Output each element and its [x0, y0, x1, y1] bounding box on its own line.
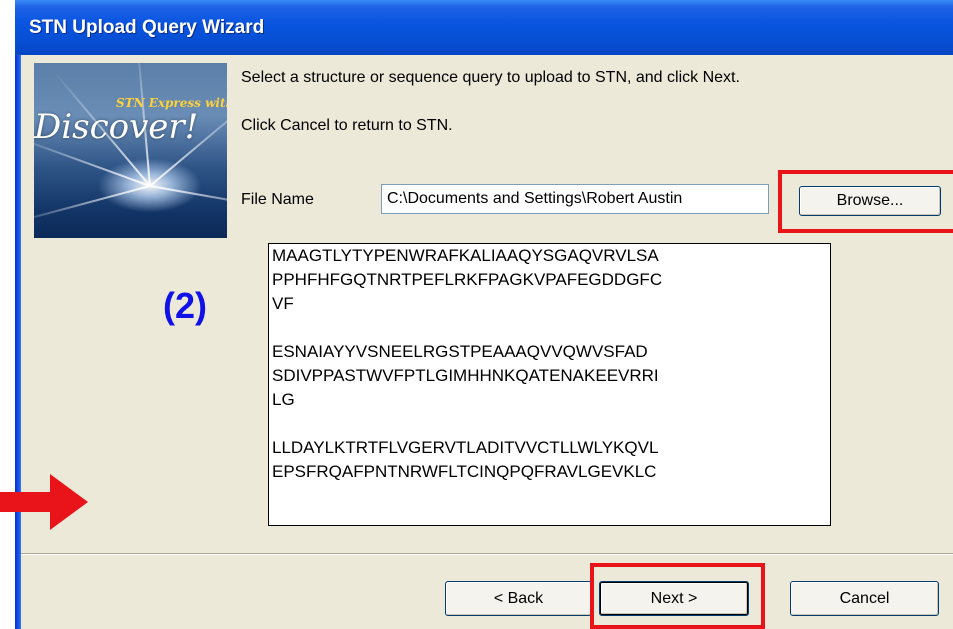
button-separator [21, 553, 953, 555]
window-title: STN Upload Query Wizard [29, 17, 265, 38]
sequence-line: ESNAIAYYVSNEELRGSTPEAAAQVVQWVSFAD [272, 342, 648, 361]
sequence-line: EPSFRQAFPNTNRWFLTCINQPQFRAVLGEVKLC [272, 462, 657, 481]
cancel-button[interactable]: Cancel [790, 581, 939, 616]
window-left-border [15, 0, 21, 629]
browse-button[interactable]: Browse... [799, 186, 941, 216]
sequence-line [269, 316, 830, 340]
back-button[interactable]: < Back [445, 581, 592, 616]
stn-discover-logo: STN Express with Discover! [34, 63, 227, 238]
upload-wizard-dialog: STN Upload Query Wizard STN Express with… [15, 0, 953, 629]
step-number-label: (2) [163, 285, 207, 326]
next-button[interactable]: Next > [599, 581, 749, 616]
file-name-field[interactable]: C:\Documents and Settings\Robert Austin [381, 184, 769, 214]
sequence-line: MAAGTLYTYPENWRAFKALIAAQYSGAQVRVLSA [272, 246, 659, 265]
sequence-line: VF [272, 294, 294, 313]
sequence-line: SDIVPPASTWVFPTLGIMHHNKQATENAKEEVRRI [272, 366, 659, 385]
title-bar[interactable]: STN Upload Query Wizard [15, 0, 953, 55]
sequence-preview-box[interactable]: MAAGTLYTYPENWRAFKALIAAQYSGAQVRVLSA PPHFH… [268, 243, 831, 526]
logo-big-text: Discover! [34, 107, 199, 147]
sequence-line [269, 412, 830, 436]
sequence-line: PPHFHFGQTNRTPEFLRKFPAGKVPAFEGDDGFC [272, 270, 663, 289]
instruction-text: Select a structure or sequence query to … [241, 69, 740, 86]
sequence-line: LG [272, 390, 295, 409]
cancel-instruction-text: Click Cancel to return to STN. [241, 117, 453, 134]
sequence-line: LLDAYLKTRTFLVGERVTLADITVVCTLLWLYKQVL [272, 438, 659, 457]
file-name-label: File Name [241, 191, 314, 208]
red-arrow-icon [0, 474, 88, 530]
